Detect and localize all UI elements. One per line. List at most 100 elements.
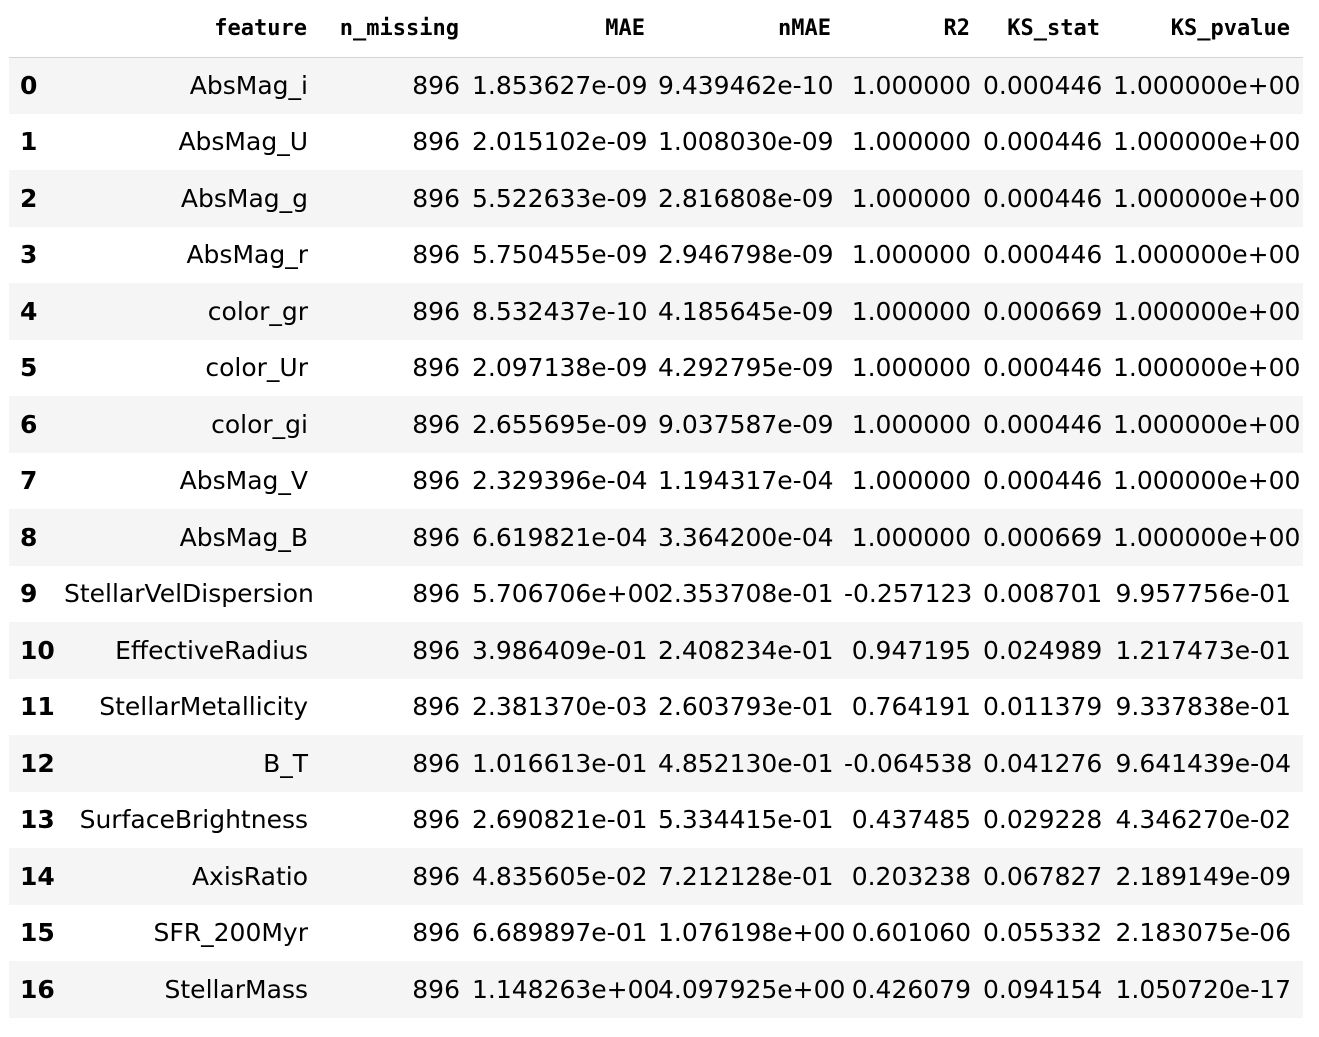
cell-ks-pvalue: 2.183075e-06 — [1115, 918, 1291, 948]
row-index: 6 — [20, 409, 38, 439]
cell-r2: 1.000000 — [851, 353, 971, 383]
cell-r2: 1.000000 — [851, 522, 971, 552]
cell-nmae: 4.292795e-09 — [658, 353, 834, 383]
cell-mae: 2.690821e-01 — [472, 805, 648, 835]
table-row: 2 AbsMag_g 896 5.522633e-09 2.816808e-09 1.00… — [9, 170, 1303, 227]
cell-n-missing: 896 — [412, 71, 460, 100]
cell-ks-stat: 0.000446 — [983, 409, 1103, 439]
table-row: 10 EffectiveRadius 896 3.986409e-01 2.408234… — [9, 622, 1303, 679]
cell-ks-pvalue: 9.641439e-04 — [1115, 748, 1291, 778]
table-row: 0 AbsMag_i 896 1.853627e-09 9.439462e-10 1.00… — [9, 57, 1303, 114]
cell-ks-stat: 0.000446 — [983, 127, 1103, 157]
cell-feature: AxisRatio — [191, 861, 308, 891]
cell-nmae: 2.816808e-09 — [658, 183, 834, 213]
column-header-feature: feature — [64, 0, 320, 58]
cell-n-missing: 896 — [412, 805, 460, 835]
cell-feature: StellarVelDispersion — [64, 579, 314, 609]
row-index: 15 — [20, 918, 55, 948]
cell-feature: AbsMag_g — [180, 183, 308, 213]
cell-n-missing: 896 — [412, 748, 460, 778]
cell-r2: 1.000000 — [851, 71, 971, 100]
cell-mae: 6.689897e-01 — [472, 918, 648, 948]
cell-n-missing: 896 — [412, 409, 460, 439]
cell-ks-pvalue: 1.050720e-17 — [1115, 974, 1291, 1004]
table-header: feature n_missing MAE nMAE R2 KS_stat KS… — [9, 0, 1303, 58]
table-row: 7 AbsMag_V 896 2.329396e-04 1.194317e-04 1.00… — [9, 453, 1303, 510]
cell-feature: StellarMass — [164, 974, 308, 1004]
table-row: 13 SurfaceBrightness 896 2.690821e-01 5.3344… — [9, 792, 1303, 849]
row-index: 0 — [20, 71, 38, 100]
column-header-nmae: nMAE — [658, 0, 844, 58]
cell-n-missing: 896 — [412, 635, 460, 665]
cell-feature: SurfaceBrightness — [79, 805, 308, 835]
cell-ks-stat: 0.067827 — [983, 861, 1103, 891]
cell-nmae: 5.334415e-01 — [658, 805, 834, 835]
cell-r2: -0.064538 — [844, 748, 973, 778]
cell-ks-stat: 0.094154 — [983, 974, 1103, 1004]
cell-feature: AbsMag_i — [189, 71, 308, 100]
cell-ks-pvalue: 1.000000e+00 — [1113, 409, 1301, 439]
column-header-r2: R2 — [844, 0, 983, 58]
row-index: 3 — [20, 240, 38, 270]
cell-mae: 2.015102e-09 — [472, 127, 648, 157]
row-index: 12 — [20, 748, 55, 778]
cell-mae: 5.522633e-09 — [472, 183, 648, 213]
cell-ks-stat: 0.000446 — [983, 71, 1103, 100]
row-index: 5 — [20, 353, 38, 383]
cell-n-missing: 896 — [412, 974, 460, 1004]
cell-mae: 8.532437e-10 — [472, 296, 648, 326]
cell-feature: AbsMag_B — [179, 522, 308, 552]
row-index: 8 — [20, 522, 38, 552]
row-index: 1 — [20, 127, 38, 157]
cell-mae: 6.619821e-04 — [472, 522, 648, 552]
cell-nmae: 2.603793e-01 — [658, 692, 834, 722]
cell-mae: 1.148263e+00 — [472, 974, 658, 1004]
cell-n-missing: 896 — [412, 127, 460, 157]
column-header-mae: MAE — [472, 0, 658, 58]
cell-nmae: 9.037587e-09 — [658, 409, 834, 439]
row-index: 11 — [20, 692, 55, 722]
cell-r2: 0.601060 — [851, 918, 971, 948]
cell-mae: 1.016613e-01 — [472, 748, 648, 778]
cell-nmae: 2.353708e-01 — [658, 579, 834, 609]
table-row: 5 color_Ur 896 2.097138e-09 4.292795e-09 1.00… — [9, 340, 1303, 397]
cell-feature: AbsMag_V — [179, 466, 308, 496]
cell-feature: SFR_200Myr — [153, 918, 308, 948]
cell-ks-stat: 0.024989 — [983, 635, 1103, 665]
cell-ks-stat: 0.000669 — [983, 296, 1103, 326]
cell-nmae: 7.212128e-01 — [658, 861, 834, 891]
dataframe-table: feature n_missing MAE nMAE R2 KS_stat KS… — [9, 0, 1303, 1018]
cell-ks-pvalue: 1.000000e+00 — [1113, 466, 1301, 496]
cell-n-missing: 896 — [412, 466, 460, 496]
column-header-ks-pvalue: KS_pvalue — [1113, 0, 1303, 58]
cell-r2: 0.947195 — [851, 635, 971, 665]
cell-nmae: 2.408234e-01 — [658, 635, 834, 665]
row-index: 9 — [20, 579, 38, 609]
cell-r2: 1.000000 — [851, 296, 971, 326]
cell-ks-stat: 0.000446 — [983, 240, 1103, 270]
cell-r2: 1.000000 — [851, 183, 971, 213]
table-row: 8 AbsMag_B 896 6.619821e-04 3.364200e-04 1.00… — [9, 509, 1303, 566]
row-index: 13 — [20, 805, 55, 835]
cell-n-missing: 896 — [412, 296, 460, 326]
cell-r2: 0.437485 — [851, 805, 971, 835]
cell-ks-pvalue: 1.000000e+00 — [1113, 296, 1301, 326]
cell-ks-pvalue: 9.957756e-01 — [1115, 579, 1291, 609]
table-row: 3 AbsMag_r 896 5.750455e-09 2.946798e-09 1.00… — [9, 227, 1303, 284]
header-row: feature n_missing MAE nMAE R2 KS_stat KS… — [9, 0, 1303, 58]
column-header-ks-stat: KS_stat — [983, 0, 1113, 58]
cell-ks-pvalue: 1.000000e+00 — [1113, 183, 1301, 213]
cell-nmae: 4.852130e-01 — [658, 748, 834, 778]
cell-ks-stat: 0.008701 — [983, 579, 1103, 609]
cell-mae: 3.986409e-01 — [472, 635, 648, 665]
cell-r2: 0.764191 — [851, 692, 971, 722]
cell-feature: B_T — [263, 748, 308, 778]
row-index: 7 — [20, 466, 38, 496]
table-row: 1 AbsMag_U 896 2.015102e-09 1.008030e-09 1.00… — [9, 114, 1303, 171]
cell-n-missing: 896 — [412, 522, 460, 552]
cell-r2: 1.000000 — [851, 466, 971, 496]
column-header-index — [9, 0, 64, 58]
row-index: 14 — [20, 861, 55, 891]
cell-r2: -0.257123 — [844, 579, 973, 609]
cell-r2: 0.426079 — [851, 974, 971, 1004]
